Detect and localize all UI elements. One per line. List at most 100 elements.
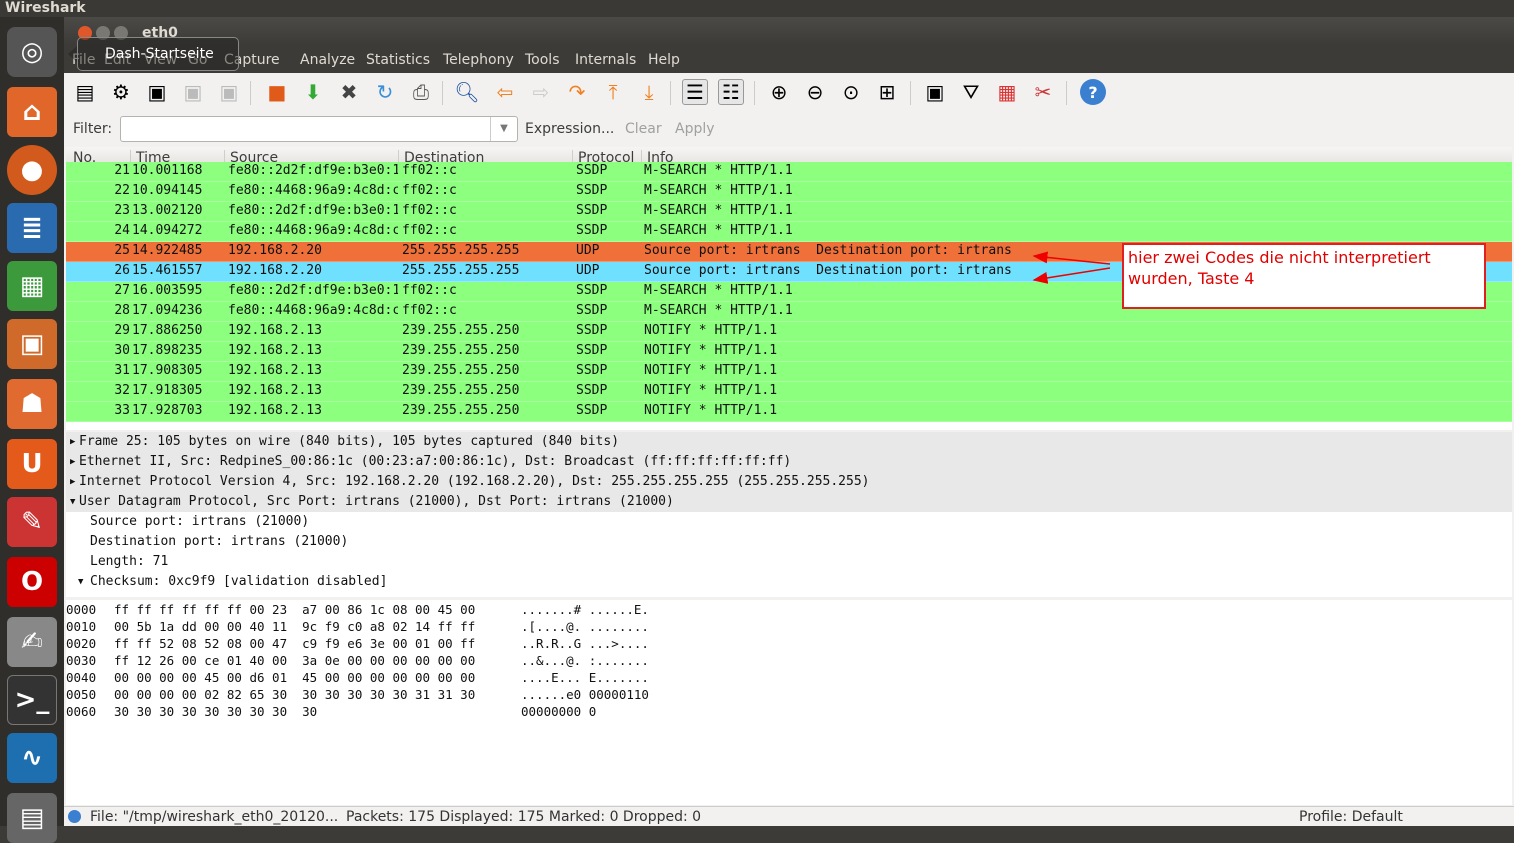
hex-bytes[interactable]: 30 30 30 30 30 30 30 30 30 [114, 703, 317, 720]
detail-line[interactable]: Length: 71 [66, 552, 1512, 572]
start-capture-icon[interactable]: ▣ [144, 79, 170, 105]
impress-icon[interactable]: ▣ [7, 319, 57, 369]
menu-file[interactable]: File [72, 52, 95, 68]
firefox-icon[interactable]: ● [7, 145, 57, 195]
status-profile[interactable]: Profile: Default [1299, 809, 1403, 825]
print-icon[interactable]: ⎙ [408, 79, 434, 105]
packet-row[interactable]: 32 17.918305 192.168.2.13 239.255.255.250 SS… [66, 382, 1512, 402]
interfaces-icon[interactable]: ▤ [72, 79, 98, 105]
zoom-in-icon[interactable]: ⊕ [766, 79, 792, 105]
expression-button[interactable]: Expression... [525, 121, 614, 137]
hex-ascii[interactable]: .[....@. ........ [521, 618, 649, 635]
packet-row[interactable]: 33 17.928703 192.168.2.13 239.255.255.250 SS… [66, 402, 1512, 422]
hex-bytes[interactable]: 00 00 00 00 45 00 d6 01 45 00 00 00 00 0… [114, 669, 475, 686]
system-settings-icon[interactable]: ✎ [7, 497, 57, 547]
packet-row[interactable]: 29 17.886250 192.168.2.13 239.255.255.250 SS… [66, 322, 1512, 342]
menu-analyze[interactable]: Analyze [300, 52, 355, 68]
expander-icon[interactable]: ▼ [70, 492, 75, 512]
detail-line[interactable]: ▶ Ethernet II, Src: RedpineS_00:86:1c (00… [66, 452, 1512, 472]
hex-offset[interactable]: 0020 [66, 635, 96, 652]
workspace-icon[interactable]: ▤ [7, 793, 57, 843]
packet-row[interactable]: 31 17.908305 192.168.2.13 239.255.255.250 SS… [66, 362, 1512, 382]
menu-internals[interactable]: Internals [575, 52, 636, 68]
detail-line[interactable]: ▶ Frame 25: 105 bytes on wire (840 bits),… [66, 432, 1512, 452]
wireshark-icon[interactable]: ∿ [7, 733, 57, 783]
hex-offset[interactable]: 0030 [66, 652, 96, 669]
forward-icon[interactable]: ⇨ [528, 79, 554, 105]
software-center-icon[interactable]: ☗ [7, 379, 57, 429]
hex-bytes[interactable]: ff 12 26 00 ce 01 40 00 3a 0e 00 00 00 0… [114, 652, 475, 669]
capture-options-icon[interactable]: ⚙ [108, 79, 134, 105]
detail-line[interactable]: ▼ User Datagram Protocol, Src Port: irtra… [66, 492, 1512, 512]
hex-ascii[interactable]: ......e0 00000110 [521, 686, 649, 703]
menu-capture[interactable]: Capture [224, 52, 280, 68]
menu-telephony[interactable]: Telephony [443, 52, 514, 68]
text-editor-icon[interactable]: ✍ [7, 617, 57, 667]
resize-columns-icon[interactable]: ⊞ [874, 79, 900, 105]
hex-bytes[interactable]: ff ff 52 08 52 08 00 47 c9 f9 e6 3e 00 0… [114, 635, 475, 652]
dash-icon[interactable]: ◎ [7, 27, 57, 77]
hex-offset[interactable]: 0060 [66, 703, 96, 720]
calc-icon[interactable]: ▦ [7, 261, 57, 311]
minimize-icon[interactable] [96, 26, 110, 40]
preferences-icon[interactable]: ✂ [1030, 79, 1056, 105]
menu-statistics[interactable]: Statistics [366, 52, 430, 68]
ubuntu-one-icon[interactable]: U [7, 439, 57, 489]
hex-offset[interactable]: 0040 [66, 669, 96, 686]
apply-button[interactable]: Apply [675, 121, 715, 137]
expander-icon[interactable]: ▶ [70, 452, 75, 472]
close-file-icon[interactable]: ✖ [336, 79, 362, 105]
filter-input[interactable] [120, 116, 518, 142]
filter-dropdown-icon[interactable]: ▼ [490, 117, 517, 141]
detail-line[interactable]: ▶ Internet Protocol Version 4, Src: 192.1… [66, 472, 1512, 492]
hex-ascii[interactable]: ....E... E....... [521, 669, 649, 686]
auto-scroll-icon[interactable]: ☷ [718, 79, 744, 105]
goto-packet-icon[interactable]: ↷ [564, 79, 590, 105]
find-icon[interactable]: 🔍︎ [454, 79, 480, 105]
zoom-normal-icon[interactable]: ⊙ [838, 79, 864, 105]
hex-ascii[interactable]: 00000000 0 [521, 703, 596, 720]
detail-line[interactable]: Destination port: irtrans (21000) [66, 532, 1512, 552]
menu-tools[interactable]: Tools [525, 52, 560, 68]
hex-ascii[interactable]: .......# ......E. [521, 601, 649, 618]
hex-ascii[interactable]: ..&...@. :....... [521, 652, 649, 669]
packet-row[interactable]: 24 14.094272 fe80::4468:96a9:4c8d:c ff02::c… [66, 222, 1512, 242]
hex-offset[interactable]: 0010 [66, 618, 96, 635]
back-icon[interactable]: ⇦ [492, 79, 518, 105]
menu-view[interactable]: View [144, 52, 177, 68]
help-icon[interactable]: ? [1080, 79, 1106, 105]
detail-line[interactable]: ▼ Checksum: 0xc9f9 [validation disabled] [66, 572, 1512, 592]
expert-info-icon[interactable] [68, 810, 81, 823]
terminal-icon[interactable]: >_ [7, 675, 57, 725]
expander-icon[interactable]: ▼ [78, 572, 83, 592]
packet-row[interactable]: 22 10.094145 fe80::4468:96a9:4c8d:c ff02::c… [66, 182, 1512, 202]
packet-row[interactable]: 21 10.001168 fe80::2d2f:df9e:b3e0:1 ff02::c… [66, 162, 1512, 182]
restart-capture-icon[interactable]: ▣ [216, 79, 242, 105]
display-filters-icon[interactable]: ⛛ [958, 79, 984, 105]
last-packet-icon[interactable]: ⤓ [636, 79, 662, 105]
files-icon[interactable]: ⌂ [7, 87, 57, 137]
zoom-out-icon[interactable]: ⊖ [802, 79, 828, 105]
colorize-icon[interactable]: ☰ [682, 79, 708, 105]
first-packet-icon[interactable]: ⤒ [600, 79, 626, 105]
packet-row[interactable]: 23 13.002120 fe80::2d2f:df9e:b3e0:1 ff02::c… [66, 202, 1512, 222]
open-file-icon[interactable]: ■ [264, 79, 290, 105]
hex-offset[interactable]: 0050 [66, 686, 96, 703]
expander-icon[interactable]: ▶ [70, 432, 75, 452]
hex-bytes[interactable]: ff ff ff ff ff ff 00 23 a7 00 86 1c 08 0… [114, 601, 475, 618]
save-icon[interactable]: ⬇ [300, 79, 326, 105]
packet-row[interactable]: 30 17.898235 192.168.2.13 239.255.255.250 SS… [66, 342, 1512, 362]
hex-bytes[interactable]: 00 00 00 00 02 82 65 30 30 30 30 30 30 3… [114, 686, 475, 703]
maximize-icon[interactable] [114, 26, 128, 40]
capture-filters-icon[interactable]: ▣ [922, 79, 948, 105]
expander-icon[interactable]: ▶ [70, 472, 75, 492]
hex-bytes[interactable]: 00 5b 1a dd 00 00 40 11 9c f9 c0 a8 02 1… [114, 618, 475, 635]
hex-offset[interactable]: 0000 [66, 601, 96, 618]
coloring-rules-icon[interactable]: ▦ [994, 79, 1020, 105]
opera-icon[interactable]: O [7, 557, 57, 607]
detail-line[interactable]: Source port: irtrans (21000) [66, 512, 1512, 532]
close-icon[interactable] [78, 26, 92, 40]
reload-icon[interactable]: ↻ [372, 79, 398, 105]
hex-ascii[interactable]: ..R.R..G ...>.... [521, 635, 649, 652]
clear-button[interactable]: Clear [625, 121, 662, 137]
